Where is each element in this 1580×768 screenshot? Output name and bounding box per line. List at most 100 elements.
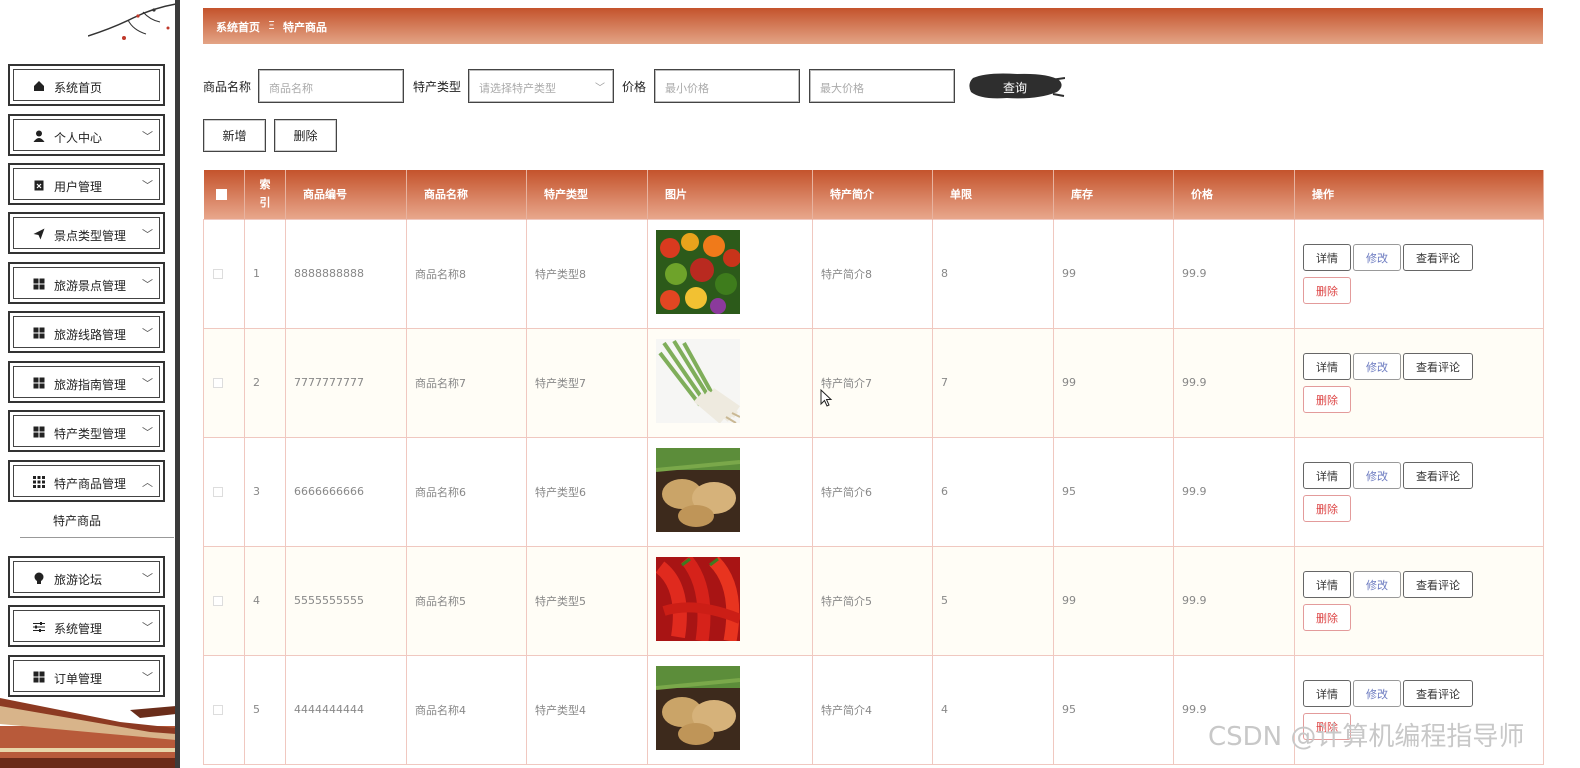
breadcrumb-separator: Ξ	[268, 19, 275, 32]
sidebar-item-11[interactable]: 系统管理 ﹀	[8, 605, 165, 647]
sidebar-item-10[interactable]: 旅游论坛 ﹀	[8, 556, 165, 598]
view-reviews-button[interactable]: 查看评论	[1403, 570, 1473, 598]
query-button[interactable]: 查询	[967, 70, 1066, 102]
detail-button[interactable]: 详情	[1303, 570, 1351, 598]
chevron-down-icon: ﹀	[142, 572, 153, 585]
batch-delete-button[interactable]: 删除	[274, 119, 337, 152]
table-row: 1 8888888888 商品名称8 特产类型8 特产简介8 8 99 99.9 详情 修改 查看评…	[203, 218, 1544, 329]
min-price-input[interactable]: 最小价格	[654, 69, 800, 103]
index-cell: 2	[244, 327, 286, 438]
product-image	[655, 666, 812, 753]
max-price-input[interactable]: 最大价格	[809, 69, 955, 103]
table-row: 3 6666666666 商品名称6 特产类型6 特产简介6 6 95 99.9 详情 修改 查看评…	[203, 436, 1544, 547]
sidebar-item-2[interactable]: 个人中心 ﹀	[8, 114, 165, 156]
intro-cell: 特产简介6	[812, 436, 933, 547]
price-label: 价格	[622, 80, 647, 94]
sliders-icon	[32, 620, 46, 634]
sidebar-item-label: 用户管理	[54, 180, 103, 194]
header-type: 特产类型	[526, 170, 648, 219]
actions-cell: 详情 修改 查看评论删除	[1294, 218, 1544, 329]
stock-cell: 99	[1053, 218, 1174, 329]
index-cell: 3	[244, 436, 286, 547]
palace-roof-illustration	[0, 698, 176, 768]
chevron-down-icon: ﹀	[142, 278, 153, 291]
actions-cell: 详情 修改 查看评论删除	[1294, 327, 1544, 438]
actions-cell: 详情 修改 查看评论删除	[1294, 545, 1544, 656]
specialty-type-placeholder: 请选择特产类型	[479, 82, 556, 95]
intro-cell: 特产简介5	[812, 545, 933, 656]
detail-button[interactable]: 详情	[1303, 679, 1351, 707]
sidebar-item-1[interactable]: 系统首页	[8, 64, 165, 106]
chevron-down-icon: ﹀	[142, 671, 153, 684]
detail-button[interactable]: 详情	[1303, 352, 1351, 380]
product-name-input[interactable]: 商品名称	[258, 69, 404, 103]
type-cell: 特产类型5	[526, 545, 648, 656]
sidebar-item-6[interactable]: 旅游线路管理 ﹀	[8, 311, 165, 353]
type-cell: 特产类型4	[526, 654, 648, 765]
code-cell: 5555555555	[285, 545, 407, 656]
delete-button[interactable]: 删除	[1303, 494, 1351, 522]
detail-button[interactable]: 详情	[1303, 243, 1351, 271]
sidebar-item-label: 景点类型管理	[54, 229, 127, 243]
edit-button[interactable]: 修改	[1353, 243, 1401, 271]
sidebar-item-8[interactable]: 特产类型管理 ﹀	[8, 410, 165, 452]
select-all-checkbox[interactable]	[215, 188, 227, 200]
row-checkbox[interactable]	[213, 377, 223, 388]
code-cell: 8888888888	[285, 218, 407, 329]
view-reviews-button[interactable]: 查看评论	[1403, 679, 1473, 707]
chevron-down-icon: ﹀	[142, 621, 153, 634]
select-all-header	[203, 170, 245, 219]
table-header-row: 索引 商品编号 商品名称 特产类型 图片 特产简介 单限 库存 价格 操作	[203, 170, 1544, 219]
view-reviews-button[interactable]: 查看评论	[1403, 461, 1473, 489]
header-price: 价格	[1173, 170, 1295, 219]
submenu-item-specialty-goods[interactable]: 特产商品	[20, 506, 174, 538]
limit-cell: 6	[932, 436, 1054, 547]
apps-icon	[32, 475, 46, 489]
header-actions: 操作	[1294, 170, 1544, 219]
specialty-type-label: 特产类型	[413, 80, 462, 94]
chevron-down-icon: ﹀	[142, 179, 153, 192]
intro-cell: 特产简介4	[812, 654, 933, 765]
chevron-down-icon: ﹀	[142, 426, 153, 439]
header-stock: 库存	[1053, 170, 1174, 219]
sidebar-item-4[interactable]: 景点类型管理 ﹀	[8, 212, 165, 254]
type-cell: 特产类型8	[526, 218, 648, 329]
limit-cell: 5	[932, 545, 1054, 656]
edit-button[interactable]: 修改	[1353, 570, 1401, 598]
edit-button[interactable]: 修改	[1353, 679, 1401, 707]
header-limit: 单限	[932, 170, 1054, 219]
chevron-down-icon: ﹀	[142, 130, 153, 143]
grid-icon	[32, 670, 46, 684]
add-button[interactable]: 新增	[203, 119, 266, 152]
sidebar-item-3[interactable]: 用户管理 ﹀	[8, 163, 165, 205]
chevron-up-icon: ︿	[142, 476, 153, 489]
delete-button[interactable]: 删除	[1303, 276, 1351, 304]
sidebar-item-label: 系统管理	[54, 622, 103, 636]
limit-cell: 7	[932, 327, 1054, 438]
sidebar-item-9[interactable]: 特产商品管理 ︿	[8, 460, 165, 502]
detail-button[interactable]: 详情	[1303, 461, 1351, 489]
stock-cell: 99	[1053, 327, 1174, 438]
delete-button[interactable]: 删除	[1303, 603, 1351, 631]
chevron-down-icon: ﹀	[142, 327, 153, 340]
view-reviews-button[interactable]: 查看评论	[1403, 243, 1473, 271]
send-icon	[32, 227, 46, 241]
row-checkbox[interactable]	[213, 595, 223, 606]
edit-button[interactable]: 修改	[1353, 352, 1401, 380]
code-cell: 6666666666	[285, 436, 407, 547]
sidebar-item-5[interactable]: 旅游景点管理 ﹀	[8, 262, 165, 304]
code-cell: 4444444444	[285, 654, 407, 765]
edit-button[interactable]: 修改	[1353, 461, 1401, 489]
specialty-type-select[interactable]: 请选择特产类型 ﹀	[468, 69, 614, 103]
breadcrumb-home[interactable]: 系统首页	[216, 19, 260, 35]
row-checkbox[interactable]	[213, 268, 223, 279]
view-reviews-button[interactable]: 查看评论	[1403, 352, 1473, 380]
delete-button[interactable]: 删除	[1303, 385, 1351, 413]
product-image	[656, 339, 812, 426]
header-code: 商品编号	[285, 170, 407, 219]
sidebar-item-7[interactable]: 旅游指南管理 ﹀	[8, 361, 165, 403]
limit-cell: 4	[932, 654, 1054, 765]
row-checkbox[interactable]	[213, 486, 223, 497]
row-checkbox[interactable]	[213, 704, 223, 715]
grid-icon	[32, 376, 46, 390]
